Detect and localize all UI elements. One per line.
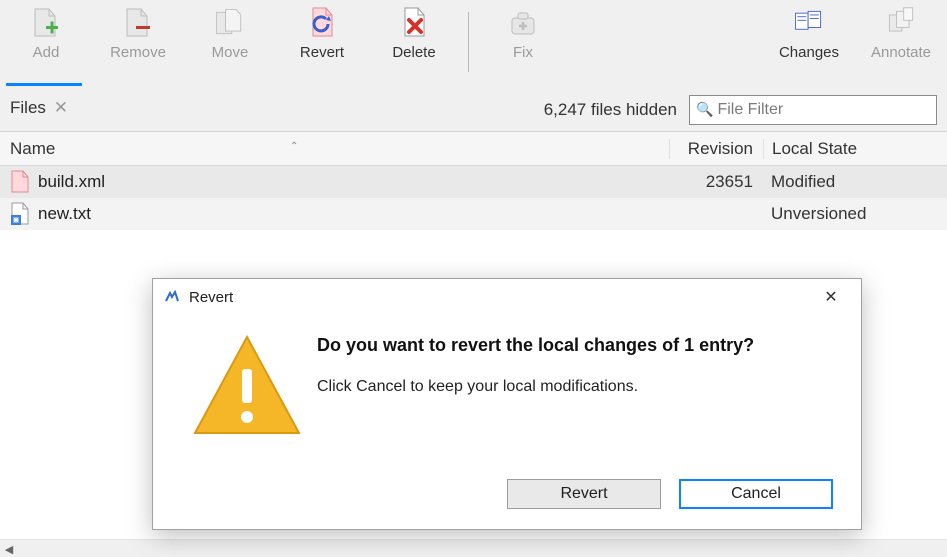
add-file-icon (29, 6, 63, 40)
annotate-icon (884, 6, 918, 40)
col-revision[interactable]: Revision (669, 139, 763, 159)
fix-icon (506, 6, 540, 40)
revert-button[interactable]: Revert (276, 6, 368, 82)
dialog-heading: Do you want to revert the local changes … (317, 335, 837, 356)
dialog-titlebar: Revert ✕ (153, 279, 861, 315)
tool-label: Move (212, 44, 249, 61)
tool-label: Remove (110, 44, 166, 61)
col-name[interactable]: Name ⌃ (0, 139, 669, 159)
file-filter-input[interactable]: 🔍 File Filter (689, 95, 937, 125)
table-row[interactable]: build.xml 23651 Modified (0, 166, 947, 198)
revert-file-icon (305, 6, 339, 40)
dialog-revert-button[interactable]: Revert (507, 479, 661, 509)
tool-label: Fix (513, 44, 533, 61)
tool-label: Delete (392, 44, 435, 61)
add-button[interactable]: Add (0, 6, 92, 82)
dialog-title: Revert (189, 289, 233, 306)
file-name: build.xml (38, 172, 105, 192)
tab-files[interactable]: Files ✕ (10, 98, 74, 122)
move-files-icon (213, 6, 247, 40)
file-state: Unversioned (763, 204, 947, 224)
dialog-subtext: Click Cancel to keep your local modifica… (317, 378, 837, 396)
close-dialog-button[interactable]: ✕ (811, 287, 851, 307)
app-icon (163, 288, 181, 306)
tab-indicator (6, 83, 82, 86)
revert-dialog: Revert ✕ Do you want to revert the local… (152, 278, 862, 530)
tab-strip: Files ✕ 6,247 files hidden 🔍 File Filter (0, 88, 947, 132)
dialog-cancel-button[interactable]: Cancel (679, 479, 833, 509)
file-state: Modified (763, 172, 947, 192)
fix-button[interactable]: Fix (477, 6, 569, 82)
delete-file-icon (397, 6, 431, 40)
scroll-left-icon[interactable]: ◀ (0, 541, 18, 557)
changes-icon (792, 6, 826, 40)
tool-label: Changes (779, 44, 839, 61)
move-button[interactable]: Move (184, 6, 276, 82)
tool-label: Annotate (871, 44, 931, 61)
hidden-files-count: 6,247 files hidden (544, 100, 677, 120)
sort-asc-icon: ⌃ (290, 141, 298, 152)
unversioned-file-icon (10, 202, 30, 226)
close-tab-icon[interactable]: ✕ (52, 98, 70, 118)
file-name: new.txt (38, 204, 91, 224)
tool-label: Add (33, 44, 60, 61)
remove-button[interactable]: Remove (92, 6, 184, 82)
remove-file-icon (121, 6, 155, 40)
delete-button[interactable]: Delete (368, 6, 460, 82)
annotate-button[interactable]: Annotate (855, 6, 947, 82)
file-revision: 23651 (669, 172, 763, 192)
filter-placeholder: File Filter (717, 101, 783, 119)
col-local-state[interactable]: Local State (763, 139, 947, 159)
changes-button[interactable]: Changes (763, 6, 855, 82)
warning-icon (177, 323, 317, 449)
tool-label: Revert (300, 44, 344, 61)
modified-file-icon (10, 170, 30, 194)
tab-label: Files (10, 98, 46, 118)
toolbar-separator (468, 12, 469, 72)
table-header: Name ⌃ Revision Local State (0, 132, 947, 166)
main-toolbar: Add Remove Move (0, 0, 947, 88)
table-row[interactable]: new.txt Unversioned (0, 198, 947, 230)
search-icon: 🔍 (696, 101, 713, 118)
horizontal-scrollbar[interactable]: ◀ (0, 539, 947, 557)
